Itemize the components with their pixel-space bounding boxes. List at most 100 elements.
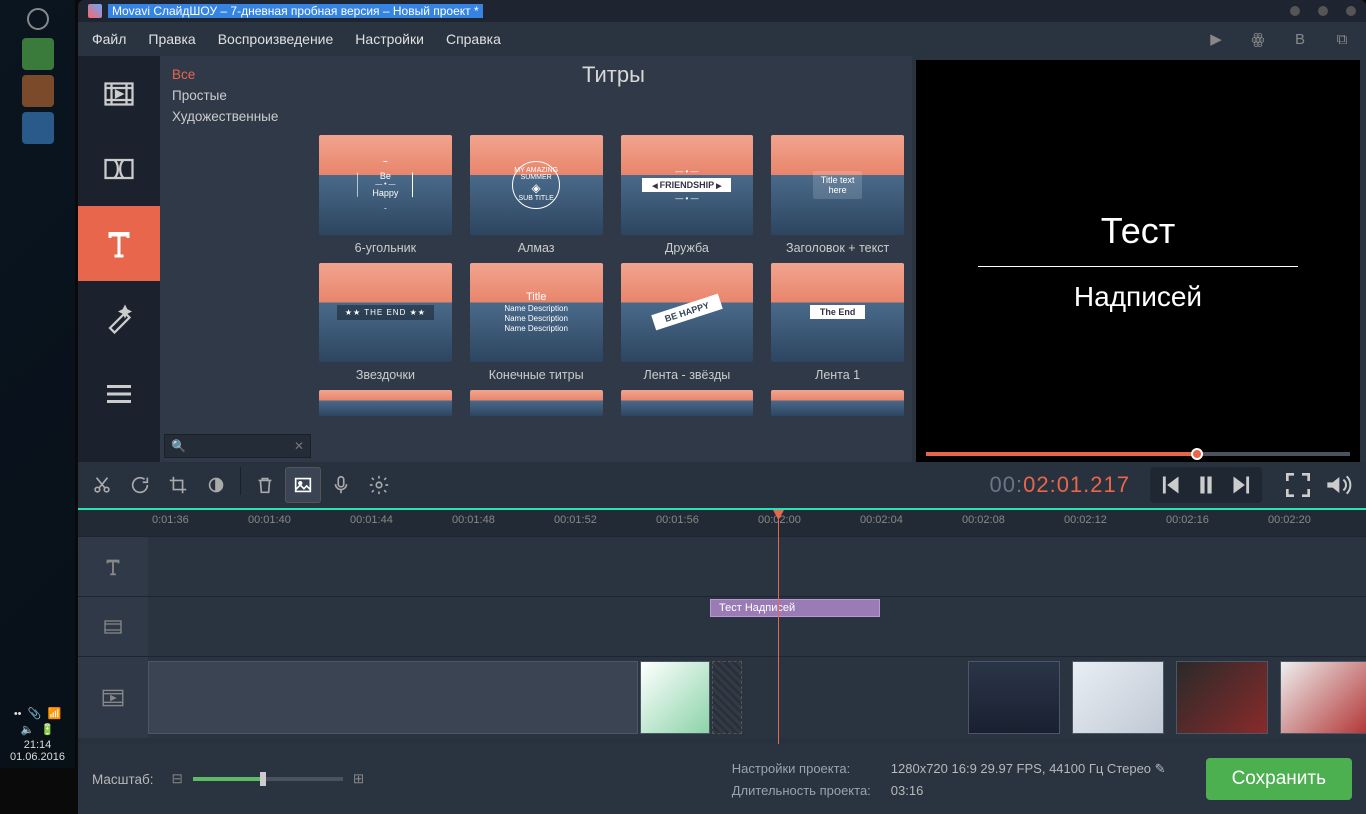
maximize-button[interactable] — [1318, 6, 1328, 16]
menu-playback[interactable]: Воспроизведение — [218, 31, 334, 47]
zoom-out-icon[interactable]: ⊟ — [172, 771, 183, 787]
preview-title-line1: Тест — [1101, 210, 1175, 252]
rotate-button[interactable] — [122, 467, 158, 503]
tab-effects[interactable] — [78, 281, 160, 356]
title-preset[interactable]: Title texthere Заголовок + текст — [771, 135, 904, 255]
title-preset[interactable] — [319, 390, 452, 422]
media-clip[interactable] — [1072, 661, 1164, 734]
menu-settings[interactable]: Настройки — [355, 31, 424, 47]
os-app-icon[interactable] — [22, 112, 54, 144]
category-all[interactable]: Все — [172, 64, 303, 85]
title-preset[interactable] — [621, 390, 754, 422]
gap-clip[interactable] — [712, 661, 742, 734]
titles-track — [78, 536, 1366, 596]
delete-button[interactable] — [247, 467, 283, 503]
panel-title: Титры — [315, 56, 912, 135]
os-status-area: •• 📎 📶 🔈 🔋 21:14 01.06.2016 — [0, 704, 75, 763]
menubar: Файл Правка Воспроизведение Настройки Сп… — [78, 22, 1366, 56]
os-clock: 21:14 — [0, 739, 75, 751]
os-launcher-icon[interactable] — [27, 8, 49, 30]
menu-file[interactable]: Файл — [92, 31, 126, 47]
tray-icons[interactable]: 🔈 🔋 — [0, 723, 75, 736]
os-date: 01.06.2016 — [0, 751, 75, 763]
title-preset[interactable]: — • —◀ FRIENDSHIP ▶— • — Дружба — [621, 135, 754, 255]
tab-transitions[interactable] — [78, 131, 160, 206]
os-app-icon[interactable] — [22, 38, 54, 70]
preset-label: Алмаз — [470, 241, 603, 255]
fullscreen-button[interactable] — [1282, 469, 1314, 501]
menu-edit[interactable]: Правка — [148, 31, 195, 47]
proj-settings-value: 1280x720 16:9 29.97 FPS, 44100 Гц Стерео… — [891, 761, 1166, 777]
crop-button[interactable] — [160, 467, 196, 503]
save-button[interactable]: Сохранить — [1206, 758, 1352, 800]
preview-monitor[interactable]: Тест Надписей — [916, 60, 1360, 462]
title-preset[interactable] — [771, 390, 904, 422]
preview-title-line2: Надписей — [1074, 281, 1202, 313]
preset-label: Звездочки — [319, 368, 452, 382]
window-title: Movavi СлайдШОУ – 7-дневная пробная верс… — [108, 4, 483, 18]
tab-more[interactable] — [78, 356, 160, 431]
title-categories: Все Простые Художественные — [160, 56, 315, 135]
os-app-icon[interactable] — [22, 75, 54, 107]
image-button[interactable] — [285, 467, 321, 503]
media-clip[interactable] — [1280, 661, 1366, 734]
timeline-ruler[interactable]: 0:01:36 00:01:40 00:01:44 00:01:48 00:01… — [78, 510, 1366, 536]
preset-label: Дружба — [621, 241, 754, 255]
clear-search-icon[interactable]: ✕ — [294, 439, 304, 453]
preset-label: 6-угольник — [319, 241, 452, 255]
close-button[interactable] — [1346, 6, 1356, 16]
preset-label: Заголовок + текст — [771, 241, 904, 255]
tab-titles[interactable] — [78, 206, 160, 281]
controls-row: 00:02:01.217 — [78, 462, 1366, 508]
vk-icon[interactable]: B — [1290, 29, 1310, 49]
tab-media[interactable] — [78, 56, 160, 131]
title-preset[interactable]: The End Лента 1 — [771, 263, 904, 383]
media-clip[interactable] — [640, 661, 710, 734]
media-clip[interactable] — [148, 661, 638, 734]
title-preset[interactable] — [470, 390, 603, 422]
title-preset[interactable]: TitleName DescriptionName DescriptionNam… — [470, 263, 603, 383]
media-clip[interactable] — [968, 661, 1060, 734]
title-preset[interactable]: Be— • —Happy 6-угольник — [319, 135, 452, 255]
next-button[interactable] — [1225, 470, 1259, 500]
zoom-slider[interactable] — [193, 777, 343, 781]
cut-button[interactable] — [84, 467, 120, 503]
category-artistic[interactable]: Художественные — [172, 106, 303, 127]
preview-scrubber[interactable] — [926, 452, 1350, 456]
os-dock: •• 📎 📶 🔈 🔋 21:14 01.06.2016 — [0, 0, 75, 768]
zoom-in-icon[interactable]: ⊞ — [353, 771, 364, 787]
title-clip[interactable]: Тест Надписей — [710, 599, 880, 617]
media-clip[interactable] — [1176, 661, 1268, 734]
microphone-button[interactable] — [323, 467, 359, 503]
odnoklassniki-icon[interactable]: ꙮ — [1248, 29, 1268, 49]
track-head-media[interactable] — [78, 657, 148, 738]
titles-search-input[interactable]: 🔍 ✕ — [164, 434, 311, 458]
minimize-button[interactable] — [1290, 6, 1300, 16]
prev-button[interactable] — [1153, 470, 1187, 500]
tray-icons[interactable]: •• 📎 📶 — [0, 707, 75, 720]
title-preset[interactable]: ★★ THE END ★★ Звездочки — [319, 263, 452, 383]
overlay-track: Тест Надписей — [78, 596, 1366, 656]
youtube-icon[interactable]: ▶ — [1206, 29, 1226, 49]
edit-proj-icon[interactable]: ✎ — [1155, 761, 1166, 776]
app-window: Movavi СлайдШОУ – 7-дневная пробная верс… — [78, 0, 1366, 768]
search-icon: 🔍 — [171, 439, 186, 453]
menu-help[interactable]: Справка — [446, 31, 501, 47]
title-preset[interactable]: BE HAPPY Лента - звёзды — [621, 263, 754, 383]
volume-button[interactable] — [1322, 469, 1354, 501]
track-head-overlay[interactable] — [78, 597, 148, 656]
timeline: 0:01:36 00:01:40 00:01:44 00:01:48 00:01… — [78, 508, 1366, 744]
category-simple[interactable]: Простые — [172, 85, 303, 106]
settings-button[interactable] — [361, 467, 397, 503]
playhead[interactable] — [778, 510, 779, 744]
share-icon[interactable]: ⧉ — [1332, 29, 1352, 49]
pause-button[interactable] — [1189, 470, 1223, 500]
status-bar: Масштаб: ⊟ ⊞ Настройки проекта: 1280x720… — [78, 744, 1366, 814]
zoom-label: Масштаб: — [92, 772, 154, 787]
preset-label: Лента 1 — [771, 368, 904, 382]
track-head-titles[interactable] — [78, 537, 148, 596]
color-adjust-button[interactable] — [198, 467, 234, 503]
title-preset[interactable]: MY AMAZING SUMMER◈SUB TITLE Алмаз — [470, 135, 603, 255]
titles-panel: Все Простые Художественные Титры 🔍 ✕ Be— — [160, 56, 912, 462]
titles-grid: Be— • —Happy 6-угольник MY AMAZING SUMME… — [315, 135, 912, 462]
